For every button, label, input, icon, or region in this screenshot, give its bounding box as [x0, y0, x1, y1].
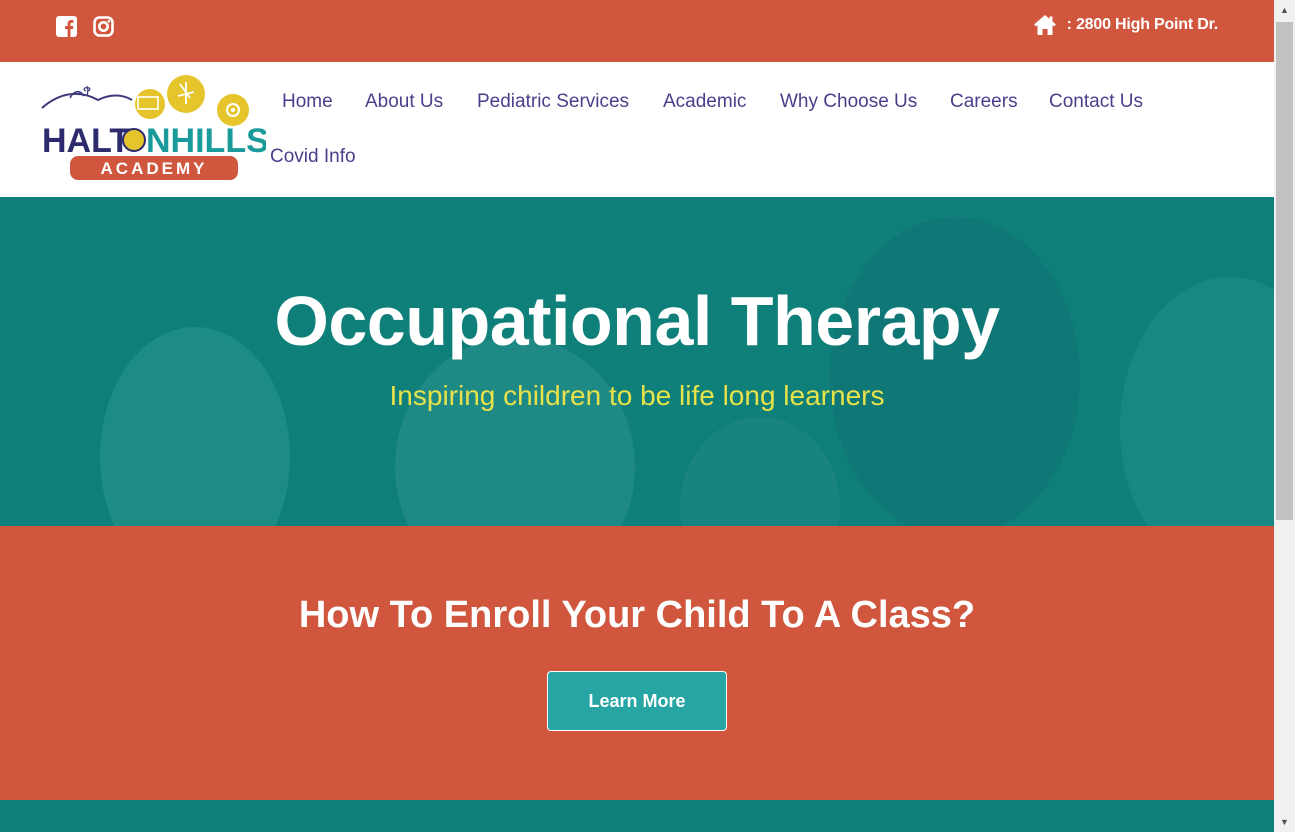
svg-text:HALT: HALT — [42, 122, 130, 160]
home-icon — [1033, 15, 1056, 35]
site-header: HALT NHILLS ACADEMY Home About Us Pediat… — [0, 62, 1274, 197]
instagram-icon[interactable] — [93, 16, 114, 37]
nav-academic[interactable]: Academic — [663, 91, 746, 113]
nav-home[interactable]: Home — [282, 91, 333, 113]
hero-background-image — [680, 417, 840, 526]
scrollbar-thumb[interactable] — [1276, 22, 1293, 520]
nav-careers[interactable]: Careers — [950, 91, 1018, 113]
learn-more-button[interactable]: Learn More — [547, 671, 727, 731]
next-section-band — [0, 800, 1274, 832]
vertical-scrollbar[interactable]: ▲ ▼ — [1274, 0, 1295, 832]
address-info: : 2800 High Point Dr. — [1033, 14, 1218, 36]
nav-why-choose-us[interactable]: Why Choose Us — [780, 91, 917, 113]
hero-subtitle: Inspiring children to be life long learn… — [389, 380, 885, 411]
top-bar: : 2800 High Point Dr. — [0, 0, 1274, 62]
nav-pediatric-services[interactable]: Pediatric Services — [477, 91, 629, 113]
scroll-up-arrow-icon[interactable]: ▲ — [1274, 0, 1295, 20]
enroll-section: How To Enroll Your Child To A Class? Lea… — [0, 526, 1274, 800]
hero-background-image — [830, 217, 1080, 526]
scroll-down-arrow-icon[interactable]: ▼ — [1274, 812, 1295, 832]
page-viewport: : 2800 High Point Dr. HALT NHILLS ACADEM… — [0, 0, 1274, 832]
facebook-icon[interactable] — [56, 16, 77, 37]
nav-contact-us[interactable]: Contact Us — [1049, 91, 1143, 113]
enroll-heading: How To Enroll Your Child To A Class? — [298, 594, 976, 636]
nav-covid-info[interactable]: Covid Info — [270, 146, 356, 168]
nav-about-us[interactable]: About Us — [365, 91, 443, 113]
svg-text:ACADEMY: ACADEMY — [101, 159, 208, 178]
page-title: Occupational Therapy — [274, 282, 1000, 360]
social-links — [56, 16, 114, 37]
svg-text:NHILLS: NHILLS — [146, 122, 266, 160]
hero-banner: Occupational Therapy Inspiring children … — [0, 197, 1274, 526]
hero-background-image — [395, 337, 635, 526]
halton-hills-academy-logo[interactable]: HALT NHILLS ACADEMY — [40, 70, 266, 186]
address-text: : 2800 High Point Dr. — [1066, 16, 1219, 33]
